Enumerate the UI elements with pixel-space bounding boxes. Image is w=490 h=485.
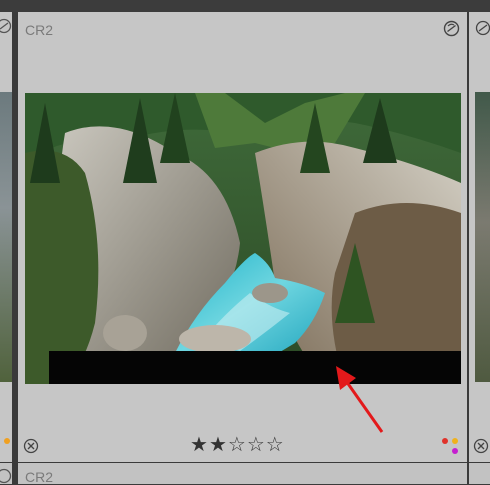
color-label-yellow: [452, 438, 458, 444]
left-cell-rotate-icon[interactable]: [0, 18, 12, 34]
left-thumbnail-image: [0, 92, 12, 382]
reject-flag-icon[interactable]: [23, 438, 39, 454]
right-thumbnail-image: [475, 92, 490, 382]
right-thumbnail-cell[interactable]: [469, 12, 490, 462]
right-cell-rotate-icon[interactable]: [475, 20, 490, 36]
star-5[interactable]: ☆: [266, 435, 284, 457]
next-row-file-format-badge: CR2: [25, 469, 54, 485]
color-label-purple: [452, 448, 458, 454]
red-arrow-annotation: [336, 366, 384, 433]
file-format-badge: CR2: [25, 22, 54, 38]
left-thumbnail-cell[interactable]: [0, 12, 12, 462]
thumbnail-cell[interactable]: CR2 ★ ★ ☆ ☆ ☆: [18, 12, 467, 462]
left-color-label-dot: [4, 438, 10, 444]
star-2[interactable]: ★: [209, 435, 227, 457]
no-rotate-icon[interactable]: [443, 20, 460, 37]
color-label-red: [442, 438, 448, 444]
next-row-left-icon[interactable]: [0, 468, 12, 484]
next-row-divider-right: [467, 463, 469, 484]
thumbnail-image[interactable]: [25, 93, 461, 384]
star-1[interactable]: ★: [190, 435, 208, 457]
star-4[interactable]: ☆: [247, 435, 265, 457]
star-3[interactable]: ☆: [228, 435, 246, 457]
top-bar: [0, 0, 490, 12]
next-row-cells: CR2: [0, 463, 490, 485]
star-rating[interactable]: ★ ★ ☆ ☆ ☆: [190, 435, 300, 457]
redaction-box: [49, 351, 461, 384]
right-cell-reject-icon[interactable]: [473, 438, 489, 454]
next-row-divider: [12, 463, 18, 484]
